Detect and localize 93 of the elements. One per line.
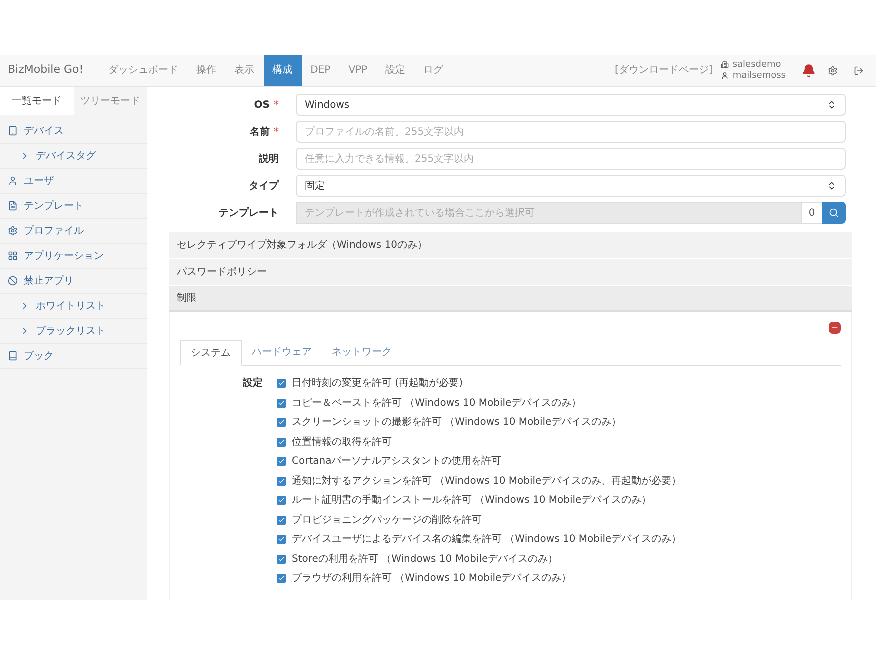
gear-icon [8, 226, 18, 236]
option-label: Storeの利用を許可 （Windows 10 Mobileデバイスのみ） [292, 552, 558, 567]
sidebar-item[interactable]: ホワイトリスト [36, 298, 106, 314]
nav-tab[interactable]: 操作 [188, 55, 226, 86]
bell-icon[interactable] [802, 64, 816, 78]
field-label: 説明 [259, 152, 279, 166]
required-mark: * [274, 98, 279, 112]
logout-icon[interactable] [854, 66, 864, 76]
option-label: 通知に対するアクションを許可 （Windows 10 Mobileデバイスのみ、再起動が必要） [292, 474, 682, 489]
section-header[interactable]: パスワードポリシー [169, 259, 852, 285]
checkbox[interactable] [277, 574, 286, 584]
check-icon [278, 516, 285, 524]
mode-tab[interactable]: ツリーモード [74, 87, 147, 115]
checkbox[interactable] [277, 457, 286, 466]
checkbox[interactable] [277, 438, 286, 447]
dropdown-icon [827, 181, 837, 191]
panel-tab[interactable]: ハードウェア [242, 340, 322, 365]
input-field[interactable]: プロファイルの名前。255文字以内 [296, 121, 846, 143]
sidebar-item[interactable]: デバイスタグ [36, 148, 96, 164]
required-mark: * [274, 126, 279, 140]
check-icon [278, 556, 285, 563]
nav-tab[interactable]: DEP [302, 55, 340, 86]
logo: BizMobile Go! [8, 62, 84, 78]
panel-tab[interactable]: ネットワーク [322, 340, 402, 365]
tablet-icon [8, 126, 18, 136]
checkbox[interactable] [277, 398, 286, 408]
option-label: 位置情報の取得を許可 [292, 436, 392, 450]
checkbox[interactable] [277, 379, 286, 388]
search-icon [829, 208, 839, 218]
user-name: mailsemoss [732, 70, 786, 82]
settings-label: 設定 [243, 376, 263, 391]
document-icon [8, 201, 18, 211]
user-icon [8, 176, 18, 186]
mode-tab[interactable]: 一覧モード [0, 87, 74, 115]
section-header[interactable]: 制限 [169, 286, 852, 312]
company-name: salesdemo [732, 60, 782, 70]
select-field[interactable]: 固定 [296, 175, 846, 197]
nav-tab[interactable]: 構成 [264, 55, 302, 86]
option-label: ブラウザの利用を許可 （Windows 10 Mobileデバイスのみ） [292, 572, 572, 586]
section-header[interactable]: セレクティブワイプ対象フォルダ（Windows 10のみ） [169, 232, 852, 258]
settings-icon[interactable] [828, 66, 838, 76]
sidebar-item[interactable]: ブラックリスト [36, 324, 106, 338]
user-icon [720, 72, 729, 80]
option-label: デバイスユーザによるデバイス名の編集を許可 （Windows 10 Mobileデバイスのみ） [292, 532, 682, 548]
nav-tab[interactable]: ログ [414, 55, 453, 86]
grid-icon [8, 251, 18, 261]
check-icon [278, 575, 285, 582]
option-label: スクリーンショットの撮影を許可 （Windows 10 Mobileデバイスのみ） [292, 416, 622, 430]
sidebar-item[interactable]: アプリケーション [24, 248, 104, 264]
search-button[interactable] [822, 202, 846, 224]
nav-tab[interactable]: VPP [340, 55, 377, 86]
sidebar-item[interactable]: プロファイル [24, 224, 84, 238]
nav-tab[interactable]: 設定 [376, 55, 415, 86]
option-label: 日付時刻の変更を許可 (再起動が必要) [292, 376, 463, 392]
download-link[interactable]: [ダウンロードページ] [615, 63, 713, 78]
nav-tab[interactable]: ダッシュボード [100, 55, 188, 86]
sidebar-item[interactable]: デバイス [24, 124, 64, 138]
check-icon [278, 536, 285, 544]
checkbox[interactable] [277, 476, 286, 486]
sidebar-item[interactable]: ブック [24, 348, 54, 364]
option-label: プロビジョニングパッケージの削除を許可 [292, 514, 482, 528]
checkbox[interactable] [277, 496, 286, 506]
ban-icon [8, 276, 18, 286]
checkbox[interactable] [277, 516, 286, 525]
sidebar-item[interactable]: テンプレート [24, 198, 84, 214]
dropdown-icon [827, 100, 837, 110]
checkbox[interactable] [277, 418, 286, 428]
book-icon [8, 351, 18, 361]
building-icon [720, 61, 729, 69]
field-label: テンプレート [219, 206, 279, 220]
input-field[interactable]: テンプレートが作成されている場合ここから選択可 [296, 202, 802, 224]
input-field[interactable]: 任意に入力できる情報。255文字以内 [296, 148, 846, 170]
check-icon [278, 400, 285, 407]
option-label: コピー＆ペーストを許可 （Windows 10 Mobileデバイスのみ） [292, 396, 582, 411]
check-icon [278, 380, 285, 388]
sidebar-item[interactable]: 禁止アプリ [24, 274, 74, 288]
panel-tab[interactable]: システム [180, 340, 242, 366]
check-icon [278, 478, 285, 485]
collapse-button[interactable] [829, 322, 841, 334]
nav-tab[interactable]: 表示 [226, 55, 264, 86]
checkbox[interactable] [277, 554, 286, 564]
select-field[interactable]: Windows [296, 94, 846, 116]
sidebar-item[interactable]: ユーザ [24, 174, 54, 188]
checkbox[interactable] [277, 535, 286, 544]
option-label: Cortanaパーソナルアシスタントの使用を許可 [292, 454, 502, 470]
check-icon [278, 419, 285, 426]
check-icon [278, 497, 285, 504]
field-label: タイプ [249, 179, 279, 194]
check-icon [278, 458, 285, 466]
check-icon [278, 438, 285, 446]
option-label: ルート証明書の手動インストールを許可 （Windows 10 Mobileデバイスのみ） [292, 494, 652, 508]
field-label: 名前 [250, 126, 270, 140]
field-label: OS [254, 98, 270, 112]
